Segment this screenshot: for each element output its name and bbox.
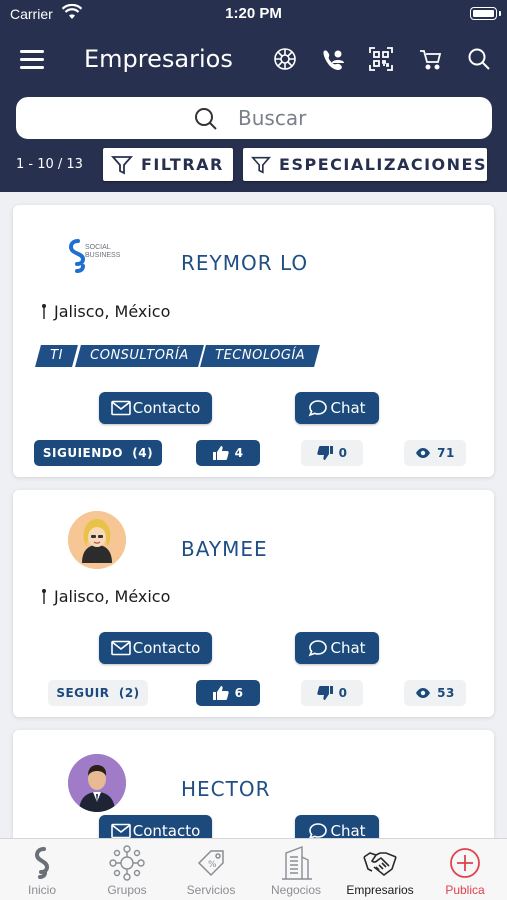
thumbs-up-icon xyxy=(212,446,229,460)
business-name[interactable]: HECTOR xyxy=(181,777,271,801)
chat-icon xyxy=(308,640,328,657)
app-header: Carrier 1:20 PM Empresarios Buscar 1 - 1… xyxy=(0,0,507,192)
business-name[interactable]: REYMOR LO xyxy=(181,251,308,275)
location: Jalisco, México xyxy=(42,302,170,321)
tab-label: Empresarios xyxy=(346,883,414,897)
tab-inicio[interactable]: Inicio xyxy=(0,839,84,900)
search-placeholder: Buscar xyxy=(238,106,307,130)
follow-label: SEGUIR (2) xyxy=(56,686,140,700)
pin-icon xyxy=(42,588,46,604)
tab-negocios[interactable]: Negocios xyxy=(254,839,338,900)
follow-button[interactable]: SIGUIENDO (4) xyxy=(34,440,162,466)
dislike-count: 0 xyxy=(338,446,348,460)
handshake-icon xyxy=(362,845,398,881)
location-text: Jalisco, México xyxy=(54,587,171,606)
tab-empresarios[interactable]: Empresarios xyxy=(338,839,422,900)
chat-button[interactable]: Chat xyxy=(295,632,379,664)
dislike-count: 0 xyxy=(338,686,348,700)
building-icon xyxy=(278,845,314,881)
avatar xyxy=(68,754,126,812)
mail-icon xyxy=(110,400,131,416)
chat-label: Chat xyxy=(330,399,366,417)
search-field-icon xyxy=(193,106,219,137)
dislike-button[interactable]: 0 xyxy=(301,440,363,466)
contact-button[interactable]: Contacto xyxy=(99,392,212,424)
contact-label: Contacto xyxy=(132,399,201,417)
dislike-button[interactable]: 0 xyxy=(301,680,363,706)
avatar xyxy=(68,511,126,569)
filter-icon xyxy=(111,155,133,174)
clock: 1:20 PM xyxy=(225,5,282,22)
logo-text: SOCIAL BUSINESS xyxy=(85,244,121,259)
thumbs-up-icon xyxy=(212,686,229,700)
views-counter: 71 xyxy=(404,440,466,466)
filter-icon xyxy=(251,156,272,174)
qr-code-icon[interactable] xyxy=(368,46,394,72)
like-count: 4 xyxy=(234,446,244,460)
network-icon[interactable] xyxy=(272,46,298,72)
tab-label: Inicio xyxy=(27,883,56,897)
location-text: Jalisco, México xyxy=(54,302,171,321)
tag[interactable]: TI xyxy=(35,345,78,367)
chat-icon xyxy=(308,400,328,417)
thumbs-down-icon xyxy=(316,686,333,700)
groups-icon xyxy=(109,845,145,881)
pagination-count: 1 - 10 / 13 xyxy=(16,157,83,172)
contact-button[interactable]: Contacto xyxy=(99,632,212,664)
search-icon[interactable] xyxy=(466,46,492,72)
tag[interactable]: CONSULTORÍA xyxy=(74,345,204,367)
eye-icon xyxy=(416,448,431,458)
like-button[interactable]: 6 xyxy=(196,680,260,706)
location: Jalisco, México xyxy=(42,587,170,606)
home-logo-icon xyxy=(24,845,60,881)
business-card[interactable]: SOCIAL BUSINESS REYMOR LO Jalisco, México… xyxy=(13,205,494,477)
status-bar: Carrier 1:20 PM xyxy=(0,0,507,30)
specializations-label: ESPECIALIZACIONES xyxy=(279,155,487,174)
views-count: 71 xyxy=(437,446,455,460)
nav-bar: Empresarios xyxy=(0,36,507,84)
mail-icon xyxy=(110,640,131,656)
menu-icon[interactable] xyxy=(20,50,44,70)
chat-label: Chat xyxy=(330,639,366,657)
tab-grupos[interactable]: Grupos xyxy=(85,839,169,900)
svg-text:%: % xyxy=(208,860,217,870)
contacts-icon[interactable] xyxy=(320,46,346,72)
like-button[interactable]: 4 xyxy=(196,440,260,466)
chat-button[interactable]: Chat xyxy=(295,392,379,424)
tab-publica[interactable]: Publica xyxy=(423,839,507,900)
views-count: 53 xyxy=(437,686,455,700)
follow-button[interactable]: SEGUIR (2) xyxy=(48,680,148,706)
tab-label: Publica xyxy=(445,883,485,897)
thumbs-down-icon xyxy=(316,446,333,460)
tab-label: Grupos xyxy=(107,883,147,897)
filter-button[interactable]: FILTRAR xyxy=(103,148,233,181)
follow-label: SIGUIENDO (4) xyxy=(42,446,154,460)
mail-icon xyxy=(110,823,131,839)
specializations-button[interactable]: ESPECIALIZACIONES xyxy=(243,148,487,181)
price-tag-icon: % xyxy=(193,845,229,881)
business-card[interactable]: BAYMEE Jalisco, México Contacto Chat SEG… xyxy=(13,490,494,717)
views-counter: 53 xyxy=(404,680,466,706)
pin-icon xyxy=(42,303,46,319)
search-input[interactable]: Buscar xyxy=(16,97,492,139)
tab-label: Negocios xyxy=(270,883,322,897)
tag[interactable]: TECNOLOGÍA xyxy=(200,345,321,367)
eye-icon xyxy=(416,688,431,698)
tab-servicios[interactable]: % Servicios xyxy=(169,839,253,900)
battery-icon xyxy=(470,7,501,20)
page-title: Empresarios xyxy=(84,45,233,73)
contact-label: Contacto xyxy=(132,639,201,657)
tab-label: Servicios xyxy=(186,883,236,897)
business-name[interactable]: BAYMEE xyxy=(181,537,268,561)
filter-label: FILTRAR xyxy=(141,155,224,174)
company-logo: SOCIAL BUSINESS xyxy=(68,237,128,277)
tab-bar: Inicio Grupos % Servicios Negocios Empre… xyxy=(0,838,507,900)
cart-icon[interactable] xyxy=(418,46,444,72)
add-circle-icon xyxy=(447,845,483,881)
like-count: 6 xyxy=(234,686,244,700)
tag-list: TI CONSULTORÍA TECNOLOGÍA xyxy=(35,345,321,367)
